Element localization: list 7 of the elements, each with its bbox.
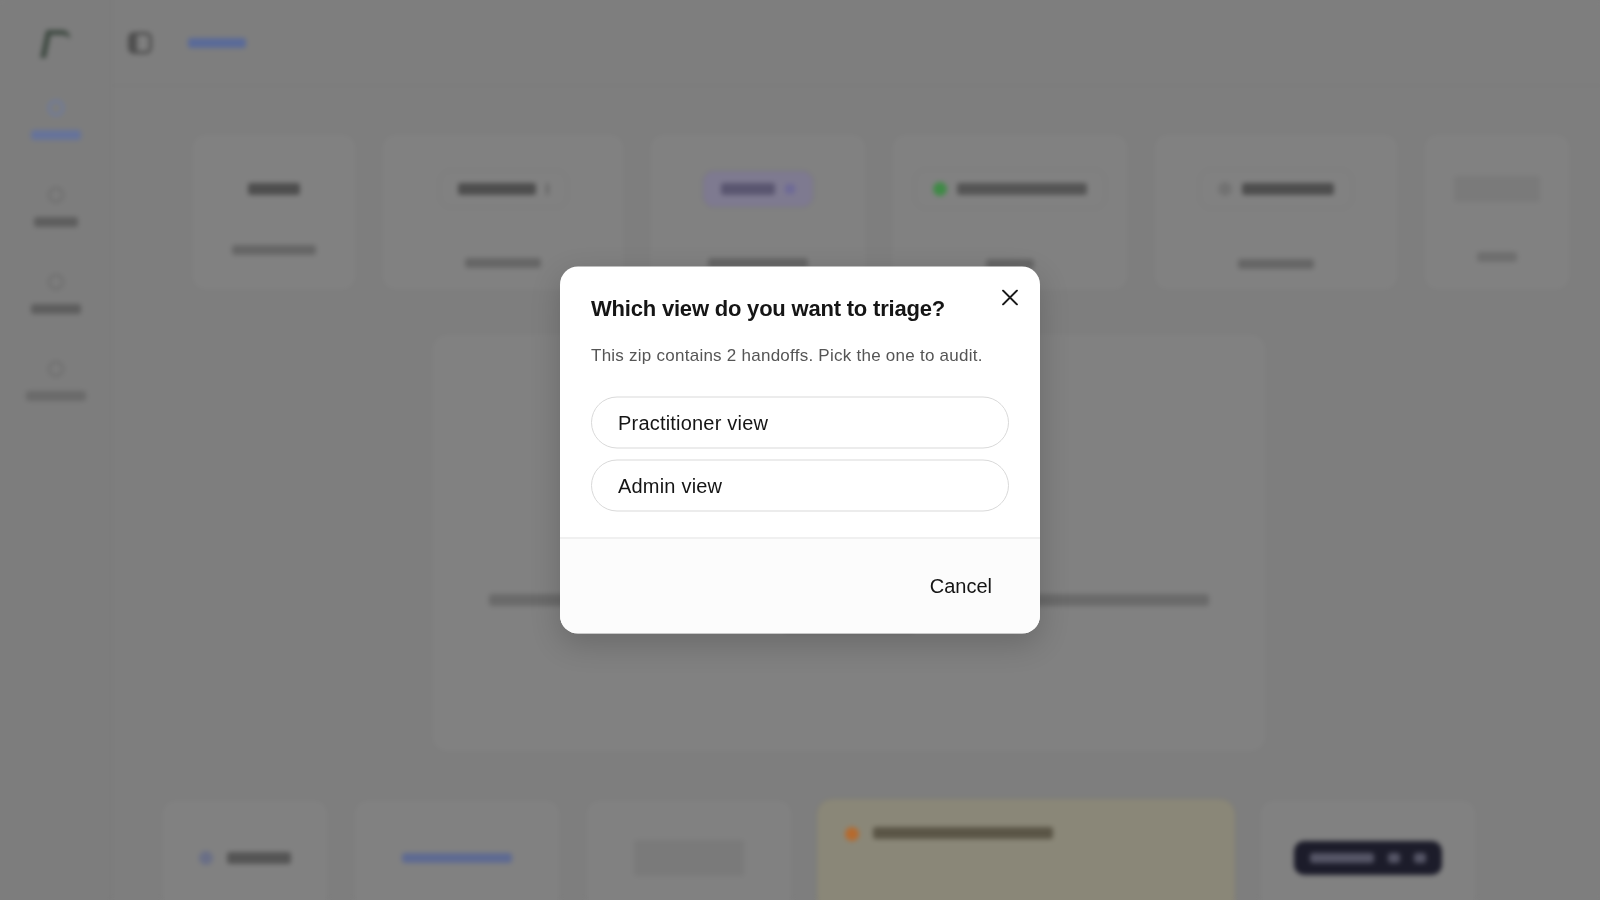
close-button[interactable] [1000,287,1020,308]
dialog-description: This zip contains 2 handoffs. Pick the one to audit. [591,344,984,367]
view-option[interactable]: Practitioner view [591,396,1009,449]
view-option[interactable]: Admin view [591,459,1009,512]
close-icon [1002,289,1018,306]
dialog-title: Which view do you want to triage? [591,294,945,323]
cancel-button[interactable]: Cancel [919,566,1002,606]
